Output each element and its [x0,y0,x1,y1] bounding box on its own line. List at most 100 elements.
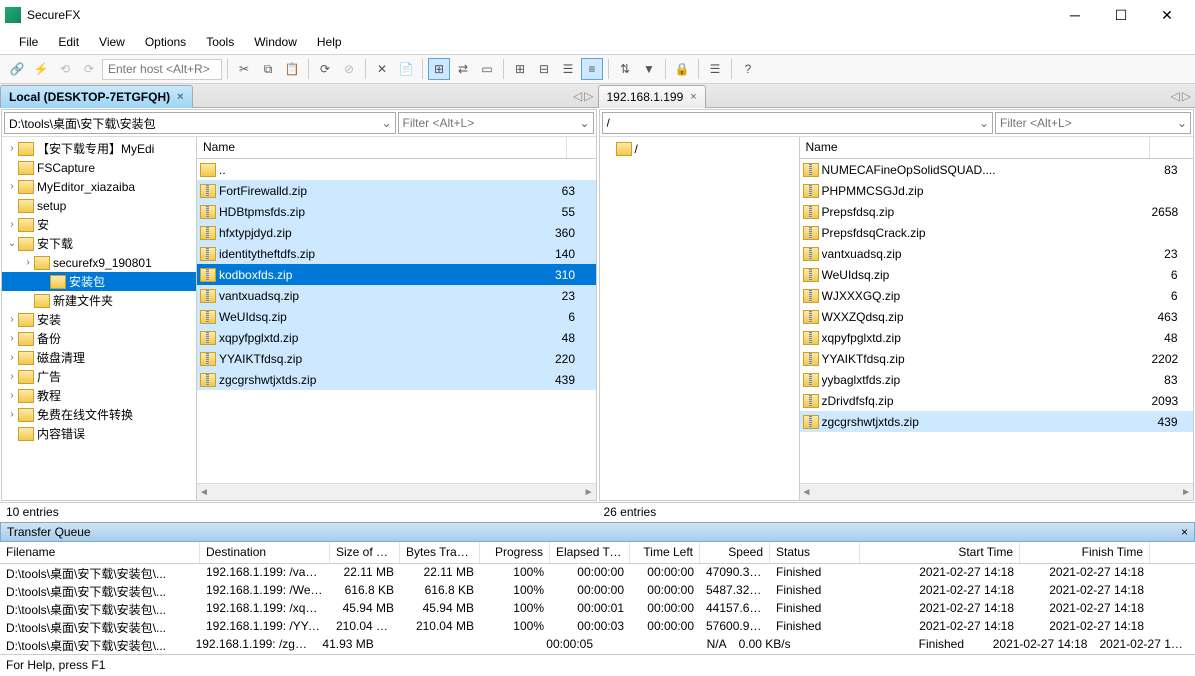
remote-filter-input[interactable] [996,113,1174,133]
file-row[interactable]: PrepsfdsqCrack.zip [800,222,1194,243]
tree-arrow-icon[interactable]: › [6,143,18,154]
filter-icon[interactable]: ▼ [638,58,660,80]
local-list-header[interactable]: Name [197,137,596,159]
file-row[interactable]: vantxuadsq.zip23 [197,285,596,306]
queue-close-icon[interactable]: × [1181,525,1188,539]
file-row[interactable]: HDBtpmsfds.zip55 [197,201,596,222]
options-icon[interactable]: ☰ [704,58,726,80]
menu-options[interactable]: Options [136,33,195,51]
menu-view[interactable]: View [90,33,134,51]
col-name[interactable]: Name [197,137,567,158]
tree-arrow-icon[interactable]: › [6,314,18,325]
remote-path-combo[interactable]: ⌄ [602,112,994,134]
menu-edit[interactable]: Edit [49,33,88,51]
local-filter-input[interactable] [399,113,577,133]
queue-col[interactable]: Destination [200,542,330,563]
remote-tree[interactable]: / [600,137,800,500]
tree-arrow-icon[interactable]: › [6,409,18,420]
tab-next-icon[interactable]: ▷ [1182,89,1191,103]
queue-col[interactable]: Status [770,542,860,563]
tree-arrow-icon[interactable]: › [6,371,18,382]
col-name[interactable]: Name [800,137,1150,158]
transfer-queue-header[interactable]: Transfer Queue × [0,522,1195,542]
tree-arrow-icon[interactable]: › [6,352,18,363]
tab-local-close[interactable]: × [175,91,185,103]
scrollbar-h[interactable]: ◄► [197,483,596,500]
queue-col[interactable]: Size of File [330,542,400,563]
tree-item[interactable]: setup [2,196,196,215]
local-filter-combo[interactable]: ⌄ [398,112,594,134]
file-row[interactable]: xqpyfpglxtd.zip48 [197,327,596,348]
tree-item[interactable]: ›广告 [2,367,196,386]
file-row[interactable]: WXXZQdsq.zip463 [800,306,1194,327]
file-row[interactable]: WeUIdsq.zip6 [800,264,1194,285]
menu-file[interactable]: File [10,33,47,51]
close-button[interactable]: ✕ [1144,0,1190,30]
tree-item[interactable]: 安装包 [2,272,196,291]
tree-item[interactable]: ›securefx9_190801 [2,253,196,272]
queue-row[interactable]: D:\tools\桌面\安下载\安装包\...192.168.1.199: /Y… [0,618,1195,636]
details-icon[interactable]: ≡ [581,58,603,80]
remote-filter-combo[interactable]: ⌄ [995,112,1191,134]
file-row[interactable]: xqpyfpglxtd.zip48 [800,327,1194,348]
queue-columns[interactable]: FilenameDestinationSize of FileBytes Tra… [0,542,1195,564]
file-row[interactable]: zDrivdfsfq.zip2093 [800,390,1194,411]
queue-col[interactable]: Speed [700,542,770,563]
remote-file-list[interactable]: NUMECAFineOpSolidSQUAD....83PHPMMCSGJd.z… [800,159,1194,483]
tree-item[interactable]: 新建文件夹 [2,291,196,310]
file-row[interactable]: FortFirewalld.zip63 [197,180,596,201]
tree-item[interactable]: 内容错误 [2,424,196,443]
tab-remote[interactable]: 192.168.1.199 × [598,85,706,108]
menu-window[interactable]: Window [245,33,306,51]
queue-col[interactable]: Finish Time [1020,542,1150,563]
cut-icon[interactable]: ✂ [233,58,255,80]
file-row[interactable]: YYAIKTfdsq.zip220 [197,348,596,369]
queue-row[interactable]: D:\tools\桌面\安下载\安装包\...192.168.1.199: /z… [0,636,1195,654]
tree-item[interactable]: ›备份 [2,329,196,348]
file-row[interactable]: zgcgrshwtjxtds.zip439 [197,369,596,390]
remote-path-input[interactable] [603,113,977,133]
copy-icon[interactable]: ⧉ [257,58,279,80]
local-file-list[interactable]: ..FortFirewalld.zip63HDBtpmsfds.zip55hfx… [197,159,596,483]
tree-arrow-icon[interactable]: › [6,333,18,344]
tab-prev-icon[interactable]: ◁ [573,89,582,103]
tab-prev-icon[interactable]: ◁ [1171,89,1180,103]
small-icons-icon[interactable]: ⊟ [533,58,555,80]
scrollbar-h[interactable]: ◄► [800,483,1194,500]
queue-col[interactable]: Bytes Transferred [400,542,480,563]
tab-local[interactable]: Local (DESKTOP-7ETGFQH) × [0,85,193,108]
tree-item[interactable]: ›【安下载专用】MyEdi [2,139,196,158]
list-icon[interactable]: ☰ [557,58,579,80]
file-row[interactable]: WeUIdsq.zip6 [197,306,596,327]
dropdown-icon[interactable]: ⌄ [1174,116,1190,130]
file-row[interactable]: kodboxfds.zip310 [197,264,596,285]
file-row[interactable]: WJXXXGQ.zip6 [800,285,1194,306]
menu-help[interactable]: Help [308,33,351,51]
properties-icon[interactable]: 📄 [395,58,417,80]
queue-col[interactable]: Time Left [630,542,700,563]
tree-item[interactable]: ⌄安下载 [2,234,196,253]
local-path-input[interactable] [5,113,379,133]
dropdown-icon[interactable]: ⌄ [379,116,395,130]
file-row[interactable]: vantxuadsq.zip23 [800,243,1194,264]
file-row[interactable]: .. [197,159,596,180]
queue-row[interactable]: D:\tools\桌面\安下载\安装包\...192.168.1.199: /v… [0,564,1195,582]
disconnect-icon[interactable]: ⟳ [78,58,100,80]
tree-arrow-icon[interactable]: › [6,390,18,401]
upload-icon[interactable]: ⇅ [614,58,636,80]
file-row[interactable]: identitytheftdfs.zip140 [197,243,596,264]
local-path-combo[interactable]: ⌄ [4,112,396,134]
dropdown-icon[interactable]: ⌄ [577,116,593,130]
menu-tools[interactable]: Tools [197,33,243,51]
remote-list-header[interactable]: Name [800,137,1194,159]
minimize-button[interactable]: ─ [1052,0,1098,30]
large-icons-icon[interactable]: ⊞ [509,58,531,80]
queue-col[interactable]: Filename [0,542,200,563]
tree-arrow-icon[interactable]: ⌄ [6,238,18,249]
lock-icon[interactable]: 🔒 [671,58,693,80]
tree-view-icon[interactable]: ⊞ [428,58,450,80]
queue-body[interactable]: D:\tools\桌面\安下载\安装包\...192.168.1.199: /v… [0,564,1195,654]
dropdown-icon[interactable]: ⌄ [976,116,992,130]
queue-row[interactable]: D:\tools\桌面\安下载\安装包\...192.168.1.199: /x… [0,600,1195,618]
tree-item[interactable]: FSCapture [2,158,196,177]
